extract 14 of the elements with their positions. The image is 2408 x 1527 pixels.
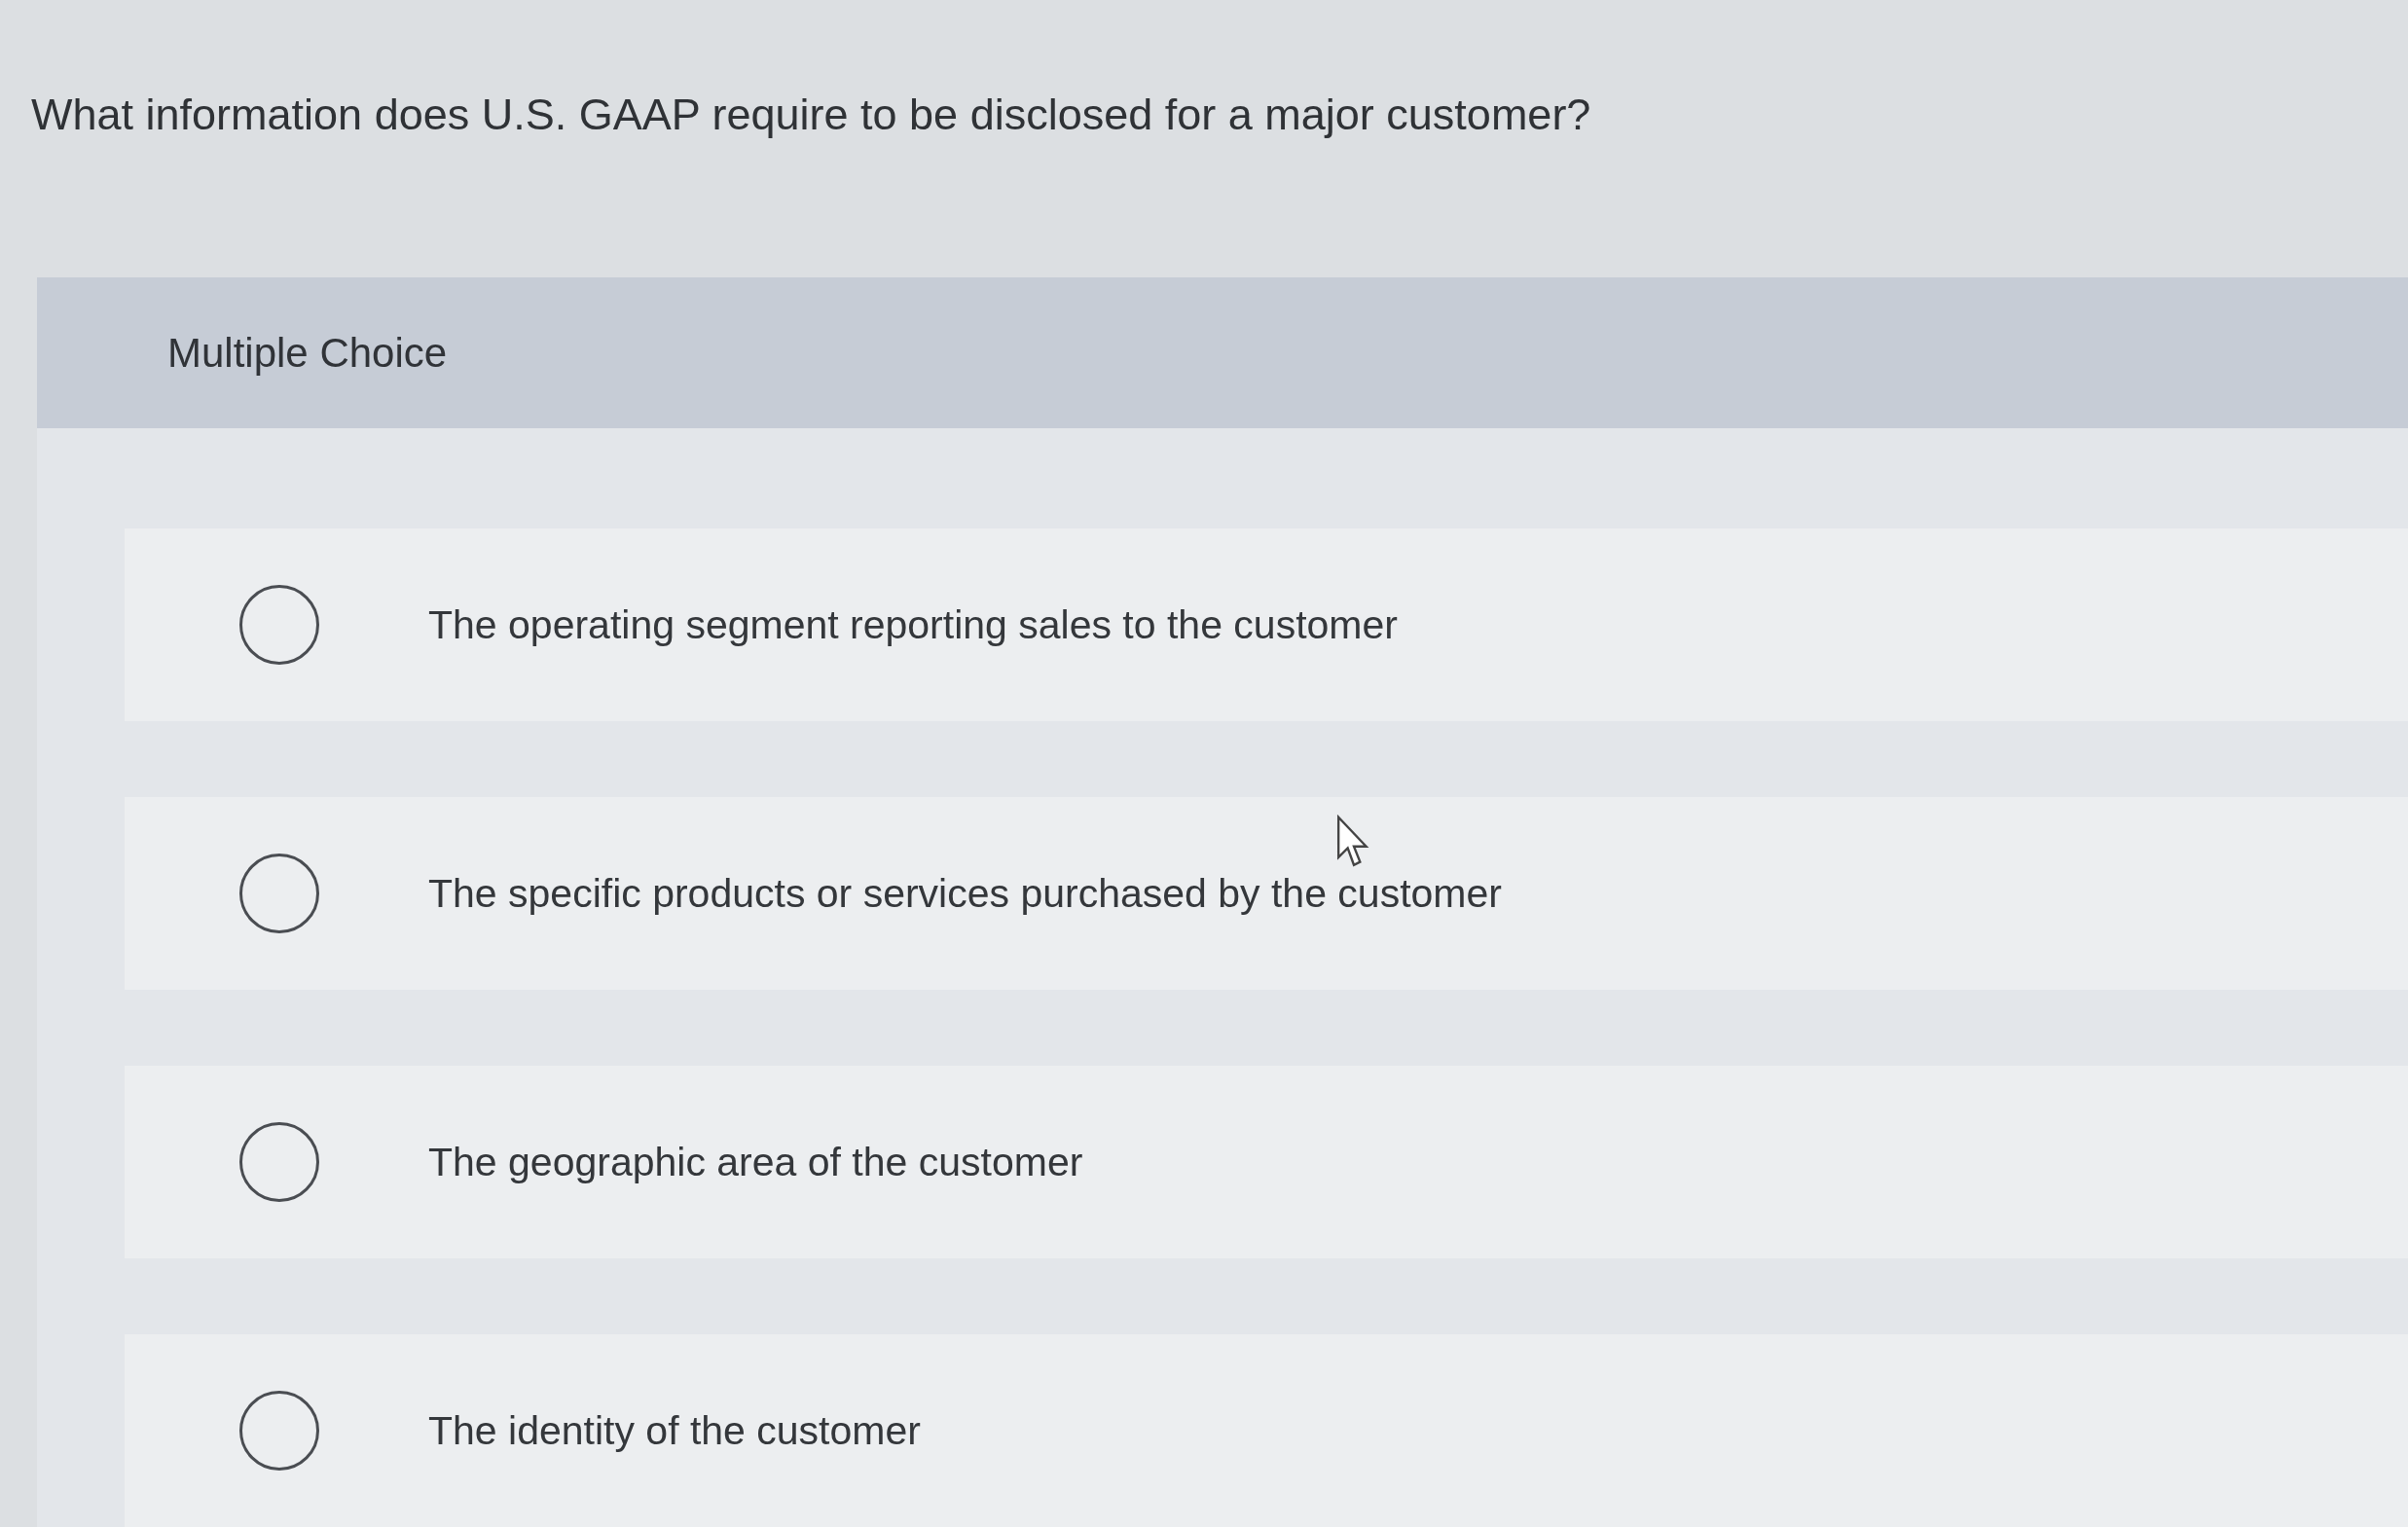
radio-button[interactable]: [239, 1391, 319, 1471]
answer-option[interactable]: The geographic area of the customer: [125, 1066, 2408, 1258]
section-title: Multiple Choice: [167, 329, 448, 377]
option-label: The geographic area of the customer: [428, 1139, 1083, 1185]
answer-option[interactable]: The specific products or services purchased by the customer: [125, 797, 2408, 990]
question-text: What information does U.S. GAAP require to be disclosed for a major customer?: [30, 89, 1592, 141]
option-label: The operating segment reporting sales to the customer: [428, 601, 1398, 648]
option-label: The specific products or services purchased by the customer: [428, 870, 1502, 917]
option-label: The identity of the customer: [428, 1407, 921, 1454]
radio-button[interactable]: [239, 585, 319, 665]
radio-button[interactable]: [239, 854, 319, 933]
answer-option[interactable]: The identity of the customer: [125, 1334, 2408, 1527]
radio-button[interactable]: [239, 1122, 319, 1202]
answer-option[interactable]: The operating segment reporting sales to the customer: [125, 528, 2408, 721]
